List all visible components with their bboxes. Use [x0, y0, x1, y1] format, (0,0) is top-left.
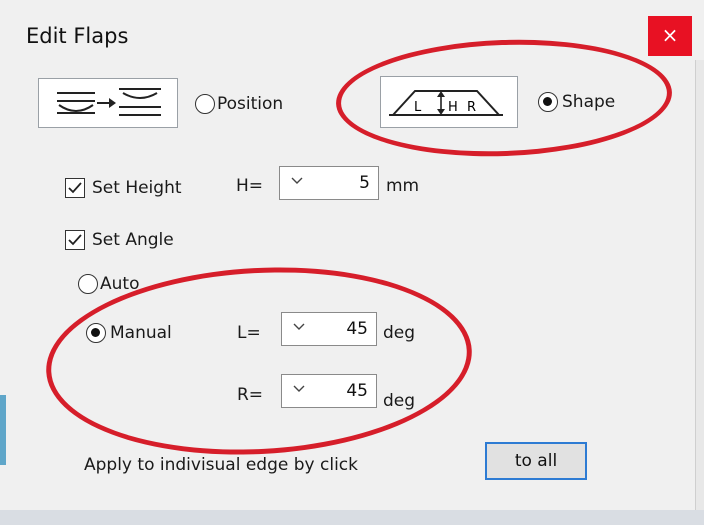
auto-radio[interactable]	[78, 274, 98, 294]
background-strip	[0, 395, 6, 465]
set-height-checkbox[interactable]	[65, 178, 85, 198]
height-prefix: H=	[236, 176, 264, 196]
height-unit: mm	[386, 176, 420, 196]
set-angle-checkbox[interactable]	[65, 230, 85, 250]
position-radio[interactable]	[195, 94, 215, 114]
position-mode-icon[interactable]	[38, 78, 178, 128]
height-spinbox[interactable]: 5	[279, 166, 379, 200]
set-angle-label: Set Angle	[92, 230, 174, 250]
window-edge	[695, 60, 704, 525]
checkmark-icon	[68, 234, 82, 246]
set-height-label: Set Height	[92, 178, 182, 198]
flap-position-icon	[57, 88, 161, 116]
close-button[interactable]: ×	[648, 16, 692, 56]
background-strip-bottom	[0, 510, 704, 525]
dialog-title: Edit Flaps	[26, 24, 129, 48]
checkmark-icon	[68, 182, 82, 194]
apply-to-all-button[interactable]: to all	[485, 442, 587, 480]
height-value: 5	[359, 173, 370, 193]
position-label: Position	[217, 94, 284, 114]
apply-hint-text: Apply to indivisual edge by click	[84, 455, 358, 475]
edit-flaps-dialog: Edit Flaps × Position L H R Shape Set He…	[0, 0, 704, 525]
chevron-down-icon[interactable]	[290, 173, 304, 187]
